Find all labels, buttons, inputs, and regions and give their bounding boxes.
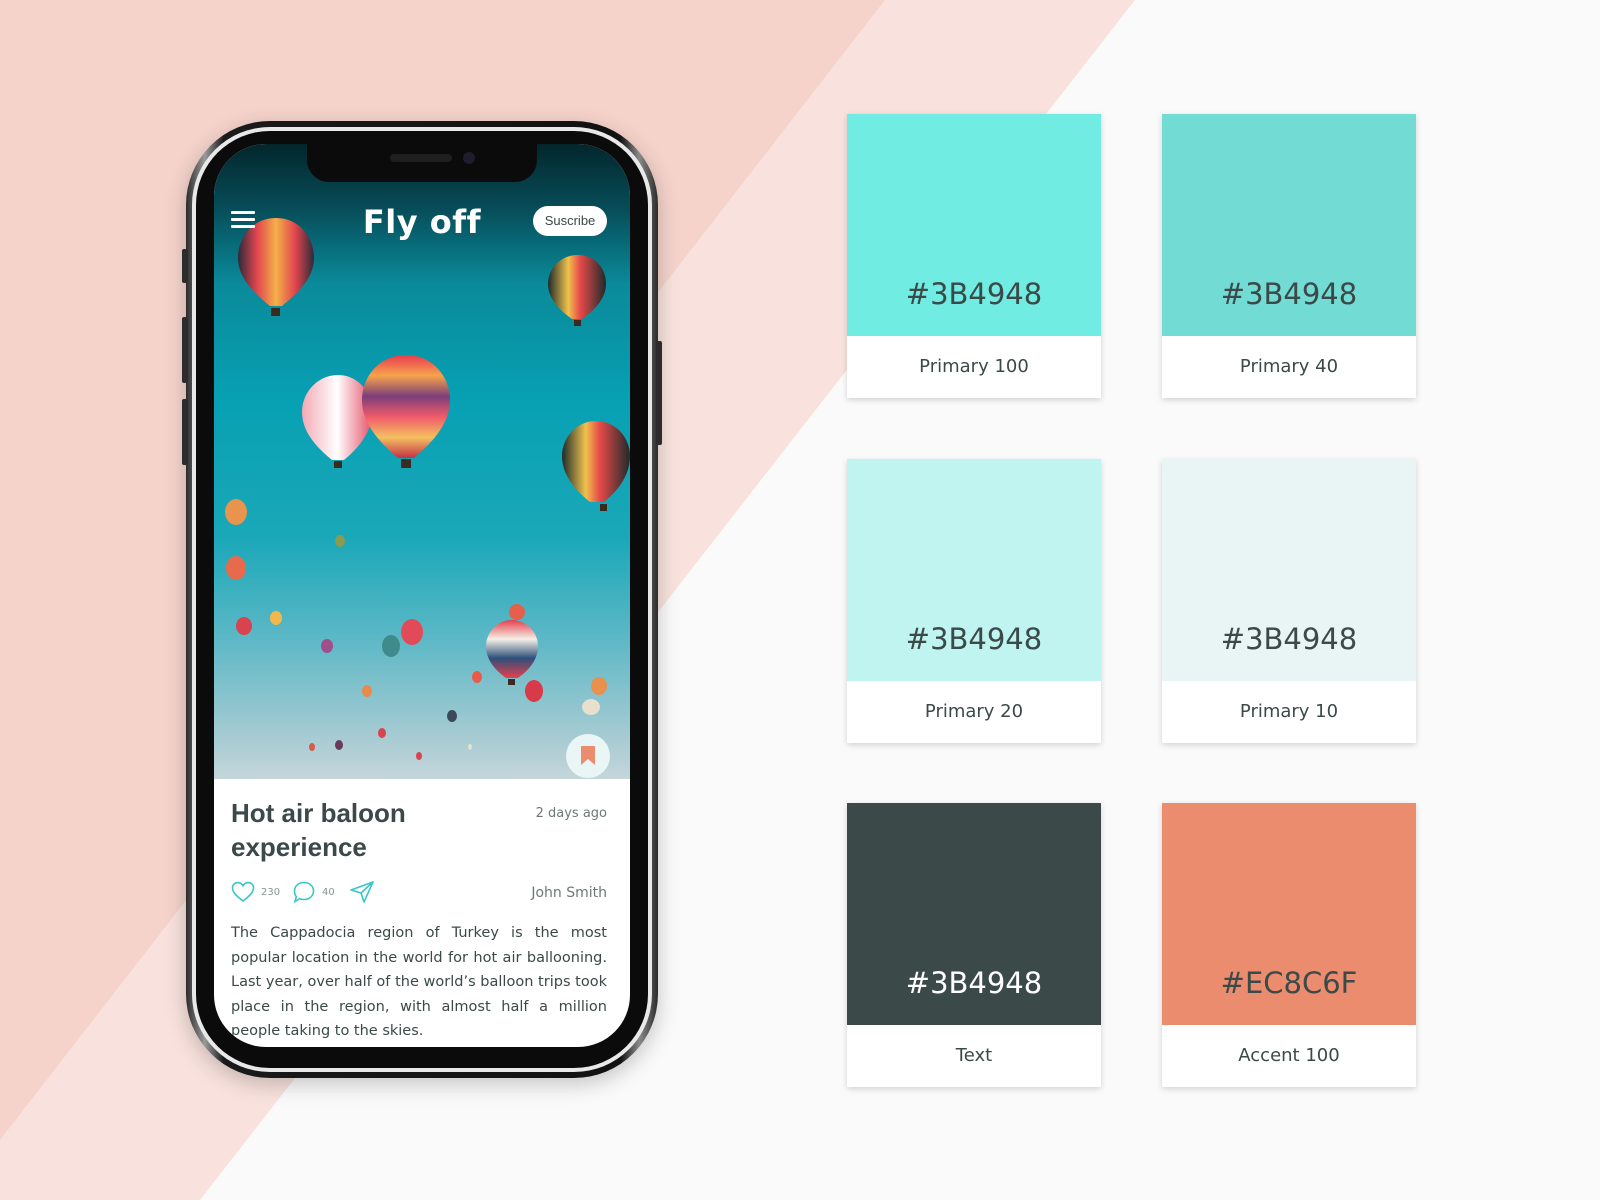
post-timestamp: 2 days ago: [535, 806, 607, 821]
share-button[interactable]: [349, 879, 375, 905]
comment-button[interactable]: 40: [292, 879, 335, 905]
swatch-card: #3B4948 Primary 100: [847, 114, 1101, 398]
swatch-card: #3B4948 Text: [847, 803, 1101, 1087]
swatch-card: #EC8C6F Accent 100: [1162, 803, 1416, 1087]
balloon: [548, 255, 606, 326]
heart-icon: [231, 881, 255, 903]
swatch-name-label: Primary 40: [1239, 356, 1339, 377]
swatch-card: #3B4948 Primary 40: [1162, 114, 1416, 398]
swatch-hex-label: #3B4948: [905, 277, 1043, 311]
like-button[interactable]: 230: [231, 879, 280, 905]
phone-volume-up-button: [182, 317, 188, 383]
swatch-name-label: Primary 100: [919, 356, 1029, 377]
like-count: 230: [261, 886, 281, 898]
bookmark-icon: [581, 746, 595, 765]
hamburger-menu-icon[interactable]: [231, 211, 255, 229]
swatch-card: #3B4948 Primary 20: [847, 459, 1101, 743]
subscribe-button[interactable]: Suscribe: [533, 206, 607, 236]
phone-silent-switch: [182, 249, 188, 283]
menu-line: [231, 225, 255, 228]
swatch-hex-label: #3B4948: [1220, 622, 1358, 656]
swatch-hex-label: #3B4948: [1220, 277, 1358, 311]
phone-volume-down-button: [182, 399, 188, 465]
send-paper-plane-icon: [350, 881, 374, 903]
front-camera: [463, 152, 475, 164]
balloon: [302, 375, 372, 468]
swatch-name-label: Text: [955, 1045, 993, 1066]
speaker-grille: [390, 154, 452, 162]
phone-power-button: [656, 341, 662, 445]
phone-screen: Fly off Suscribe Hot air baloon experien…: [214, 144, 630, 1047]
phone-notch: [307, 144, 537, 182]
app-title: Fly off: [362, 203, 482, 241]
swatch-hex-label: #3B4948: [905, 622, 1043, 656]
comment-count: 40: [322, 886, 335, 898]
swatch-hex-label: #3B4948: [905, 966, 1043, 1000]
swatch-name-label: Primary 10: [1239, 701, 1339, 722]
swatch-hex-label: #EC8C6F: [1220, 966, 1358, 1000]
swatch-name-label: Primary 20: [924, 701, 1024, 722]
swatch-name-label: Accent 100: [1238, 1045, 1340, 1066]
balloon: [486, 620, 538, 685]
phone-mockup: Fly off Suscribe Hot air baloon experien…: [182, 121, 662, 1078]
post-title[interactable]: Hot air baloon experience: [231, 796, 491, 864]
menu-line: [231, 218, 255, 221]
post-author[interactable]: John Smith: [494, 885, 607, 901]
balloon: [362, 355, 450, 468]
balloon: [562, 421, 630, 511]
comment-bubble-icon: [293, 881, 315, 904]
bookmark-button[interactable]: [566, 734, 610, 778]
swatch-card: #3B4948 Primary 10: [1162, 459, 1416, 743]
post-body: The Cappadocia region of Turkey is the m…: [231, 925, 607, 1039]
small-balloons: [225, 499, 607, 760]
menu-line: [231, 211, 255, 214]
hero-image: Fly off Suscribe: [214, 144, 630, 779]
balloon: [238, 218, 314, 316]
